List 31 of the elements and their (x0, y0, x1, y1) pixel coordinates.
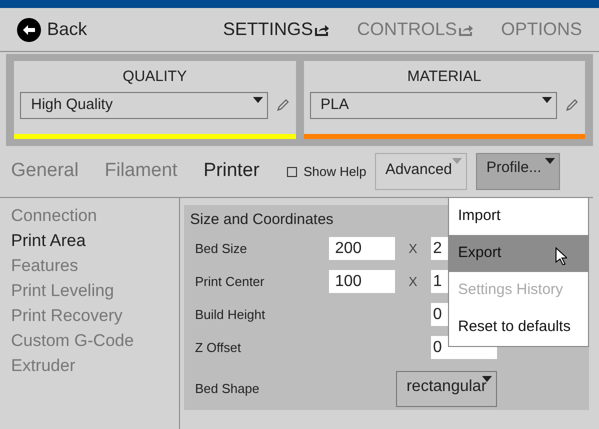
profile-button[interactable]: Profile... (476, 153, 560, 190)
caret-icon (545, 158, 556, 164)
mouse-cursor-icon (555, 247, 567, 265)
caret-icon (542, 96, 552, 102)
section-tab[interactable]: Printer (203, 157, 260, 186)
menu-item[interactable]: Export (449, 235, 588, 272)
field-label: Bed Shape (195, 380, 260, 398)
times-sign: X (408, 272, 418, 291)
nav-tab[interactable]: SETTINGS (222, 16, 329, 43)
preset-title: QUALITY (122, 67, 188, 87)
show-help-checkbox[interactable]: Show Help (287, 162, 366, 182)
times-sign: X (408, 240, 418, 258)
caret-icon (252, 96, 262, 102)
number-field[interactable]: 100 (329, 270, 395, 293)
number-field[interactable]: 200 (329, 237, 395, 260)
field-label: Z Offset (195, 338, 242, 357)
pencil-icon[interactable] (565, 98, 579, 112)
back-button[interactable]: Back (17, 16, 88, 43)
field-label: Bed Size (195, 240, 248, 258)
pencil-icon[interactable] (276, 98, 290, 112)
sidebar-item[interactable]: Print Area (11, 228, 179, 253)
menu-item[interactable]: Import (449, 198, 588, 235)
preset-title: MATERIAL (406, 67, 482, 87)
shape-select[interactable]: rectangular (396, 371, 497, 407)
field-label: Build Height (195, 306, 266, 324)
level-select[interactable]: Advanced (375, 153, 468, 190)
field-label: Print Center (195, 272, 266, 291)
group-title: Size and Coordinates (190, 210, 334, 230)
preset-select[interactable]: High Quality (20, 92, 268, 118)
caret-icon (452, 158, 462, 164)
preset-select[interactable]: PLA (310, 92, 557, 118)
